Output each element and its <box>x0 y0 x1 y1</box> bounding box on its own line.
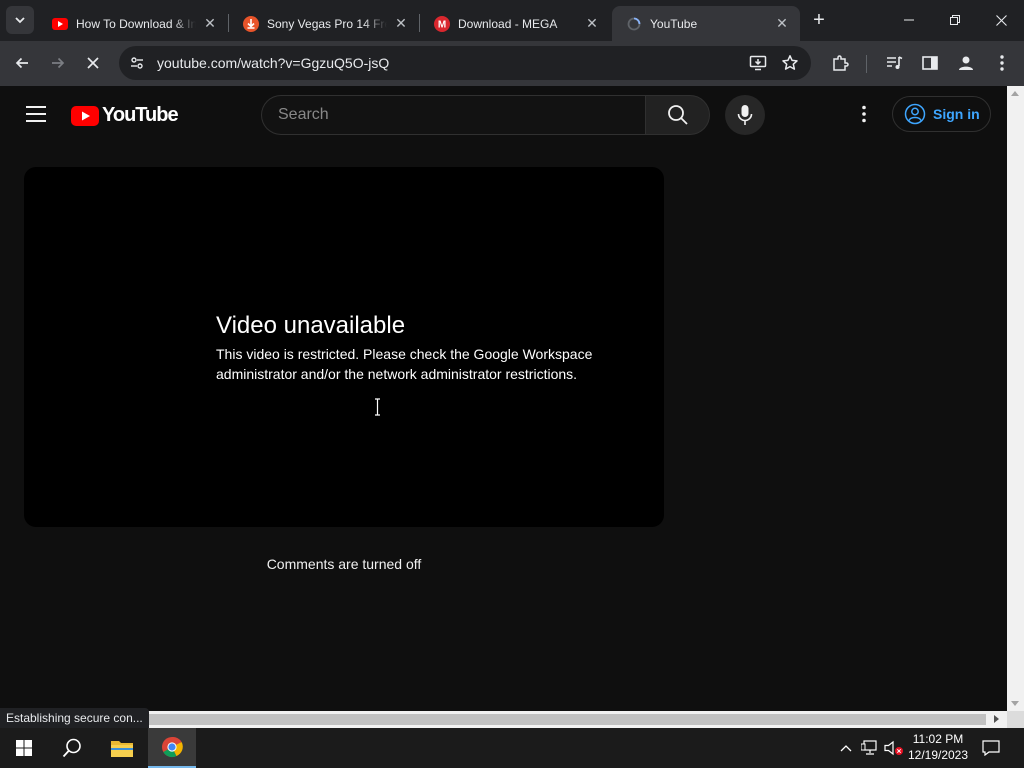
youtube-wordmark: YouTube <box>102 104 179 126</box>
search-icon <box>62 738 81 758</box>
stop-x-icon <box>87 57 99 69</box>
tab-title: YouTube <box>650 16 698 31</box>
clock-date: 12/19/2023 <box>907 748 969 762</box>
comments-status: Comments are turned off <box>266 556 422 572</box>
stop-loading-button[interactable] <box>78 48 108 78</box>
minimize-icon <box>904 19 914 21</box>
clock-time: 11:02 PM <box>912 732 964 746</box>
tab-how-to-download[interactable]: How To Download & Install ✕ <box>38 6 228 41</box>
close-icon[interactable]: ✕ <box>584 15 600 32</box>
person-icon <box>959 56 973 70</box>
scroll-up-arrow-icon[interactable] <box>1011 91 1019 96</box>
search-box <box>261 95 710 135</box>
close-icon[interactable]: ✕ <box>774 15 790 32</box>
voice-search-button[interactable] <box>725 95 765 135</box>
tab-strip: How To Download & Install ✕ Sony Vegas P… <box>0 0 1024 41</box>
youtube-masthead: YouTube Sign in <box>0 86 1007 143</box>
search-icon <box>667 105 688 125</box>
chevron-up-icon <box>840 745 852 752</box>
install-app-icon[interactable] <box>746 51 770 75</box>
side-panel-button[interactable] <box>915 48 945 78</box>
tab-title: How To Download & Install <box>76 16 196 31</box>
close-icon[interactable]: ✕ <box>393 15 409 32</box>
search-input[interactable] <box>261 95 646 135</box>
loading-spinner-icon <box>626 16 642 32</box>
folder-icon <box>111 741 133 757</box>
tab-youtube-active[interactable]: YouTube ✕ <box>612 6 800 41</box>
back-button[interactable] <box>7 48 37 78</box>
kebab-menu-icon <box>862 105 866 123</box>
side-panel-icon <box>922 56 938 70</box>
kebab-menu-icon <box>1000 55 1004 71</box>
account-circle-icon <box>903 102 927 126</box>
error-message: This video is restricted. Please check t… <box>216 346 593 382</box>
new-tab-button[interactable]: + <box>807 8 831 32</box>
settings-menu-button[interactable] <box>852 102 876 126</box>
chevron-down-icon <box>15 17 25 24</box>
status-bubble: Establishing secure con... <box>0 708 149 728</box>
browser-menu-button[interactable] <box>987 48 1017 78</box>
tab-title: Sony Vegas Pro 14 Free Download <box>267 16 387 31</box>
volume-muted-tray-icon[interactable] <box>884 738 904 758</box>
text-cursor-icon <box>375 398 380 416</box>
arrow-left-icon <box>15 57 28 69</box>
windows-taskbar: 11:02 PM 12/19/2023 <box>0 728 1024 768</box>
action-center-button[interactable] <box>981 738 1001 758</box>
extensions-button[interactable] <box>825 48 855 78</box>
horizontal-scrollbar[interactable] <box>0 711 1007 728</box>
hamburger-menu-icon[interactable] <box>20 102 52 126</box>
browser-toolbar: youtube.com/watch?v=GgzuQ5O-jsQ <box>0 41 1024 86</box>
youtube-page: YouTube Sign in Video unavailable This v… <box>0 86 1007 711</box>
error-title: Video unavailable <box>216 312 406 339</box>
tab-sony-vegas[interactable]: Sony Vegas Pro 14 Free Download ✕ <box>229 6 419 41</box>
minimize-button[interactable] <box>886 0 932 40</box>
puzzle-icon <box>833 55 849 71</box>
restore-button[interactable] <box>932 0 978 40</box>
restore-icon <box>950 15 960 25</box>
mega-favicon-icon: M <box>434 15 450 32</box>
toolbar-divider <box>866 55 867 73</box>
youtube-logo[interactable]: YouTube <box>71 104 179 127</box>
youtube-favicon-icon <box>52 16 68 32</box>
scroll-down-arrow-icon[interactable] <box>1011 701 1019 706</box>
tab-search-button[interactable] <box>6 6 34 34</box>
profile-button[interactable] <box>951 48 981 78</box>
notification-icon <box>982 740 1000 756</box>
chrome-icon <box>162 736 183 758</box>
close-window-button[interactable] <box>978 0 1024 40</box>
url-text: youtube.com/watch?v=GgzuQ5O-jsQ <box>157 55 390 71</box>
download-favicon-icon <box>243 15 259 32</box>
music-queue-icon <box>887 56 903 69</box>
vertical-scrollbar[interactable] <box>1007 86 1024 711</box>
media-control-button[interactable] <box>879 48 909 78</box>
site-info-icon[interactable] <box>125 51 149 75</box>
youtube-play-logo-icon <box>71 105 99 126</box>
address-bar[interactable]: youtube.com/watch?v=GgzuQ5O-jsQ <box>119 46 811 80</box>
bookmark-star-icon[interactable] <box>778 51 802 75</box>
tab-mega[interactable]: M Download - MEGA ✕ <box>420 6 610 41</box>
scroll-right-arrow-icon[interactable] <box>994 715 999 723</box>
forward-button[interactable] <box>43 48 73 78</box>
taskbar-search-button[interactable] <box>48 728 96 768</box>
close-icon[interactable]: ✕ <box>202 15 218 32</box>
system-clock[interactable]: 11:02 PM 12/19/2023 <box>902 731 974 763</box>
start-button[interactable] <box>0 728 48 768</box>
windows-logo-icon <box>16 740 32 756</box>
sign-in-button[interactable]: Sign in <box>892 96 991 132</box>
chrome-taskbar-button[interactable] <box>148 728 196 768</box>
arrow-right-icon <box>52 57 65 69</box>
network-tray-icon[interactable] <box>860 738 880 758</box>
show-hidden-icons-button[interactable] <box>836 738 856 758</box>
video-player[interactable]: Video unavailable This video is restrict… <box>24 167 664 527</box>
horizontal-scroll-thumb[interactable] <box>148 714 986 725</box>
scrollbar-corner <box>1007 711 1024 728</box>
microphone-icon <box>737 105 753 125</box>
close-icon <box>995 14 1007 26</box>
tab-title: Download - MEGA <box>458 16 558 31</box>
file-explorer-button[interactable] <box>98 728 146 768</box>
svg-text:M: M <box>438 19 446 30</box>
search-button[interactable] <box>645 95 710 135</box>
sign-in-label: Sign in <box>933 106 980 122</box>
